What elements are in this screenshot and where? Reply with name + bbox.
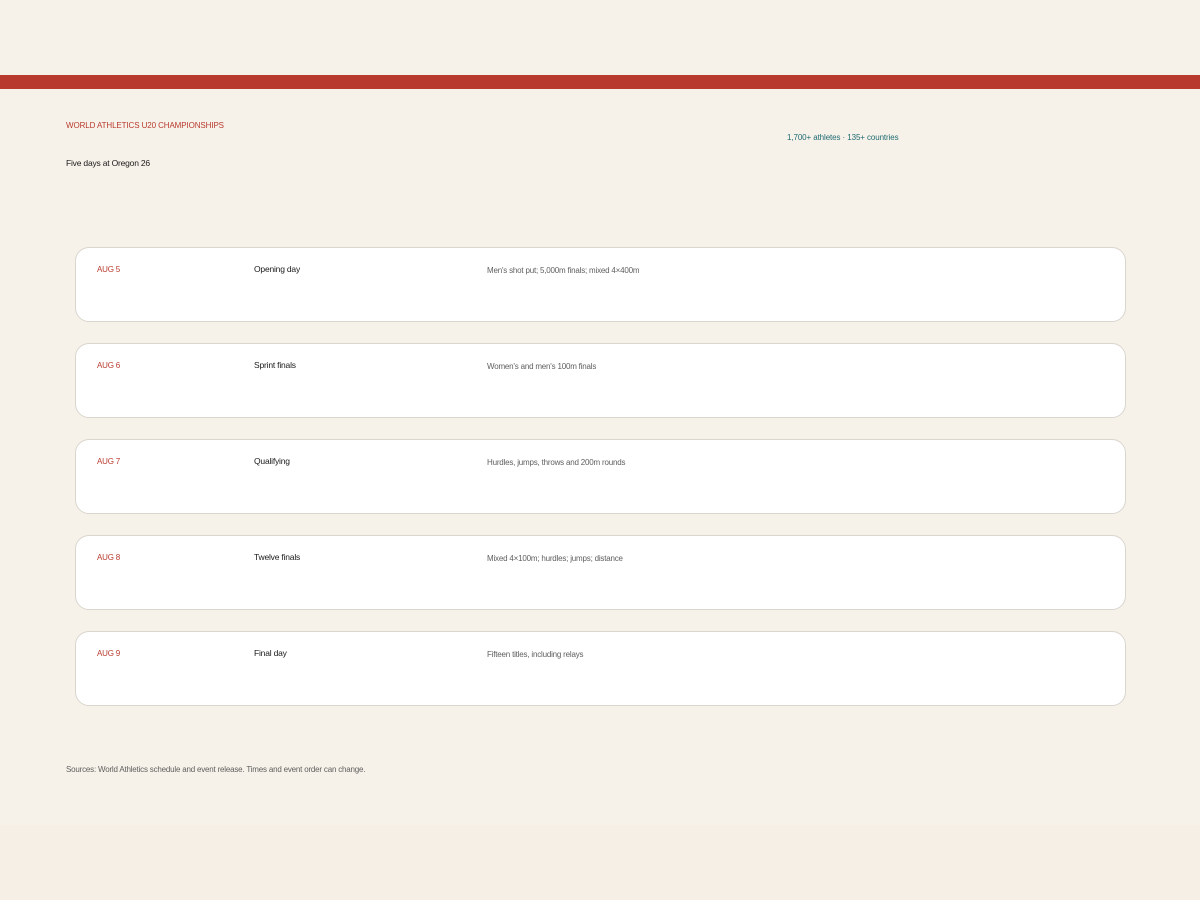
day-card: AUG 9 Final day Fifteen titles, includin…: [75, 631, 1126, 706]
day-date: AUG 6: [97, 361, 121, 370]
day-title: Final day: [254, 648, 287, 658]
day-card: AUG 8 Twelve finals Mixed 4×100m; hurdle…: [75, 535, 1126, 610]
day-card: AUG 7 Qualifying Hurdles, jumps, throws …: [75, 439, 1126, 514]
top-accent-band: [0, 75, 1200, 89]
page-title: Five days at Oregon 26: [66, 158, 150, 168]
day-date: AUG 8: [97, 553, 121, 562]
day-description: Mixed 4×100m; hurdles; jumps; distance: [487, 554, 623, 563]
day-date: AUG 9: [97, 649, 121, 658]
day-description: Women's and men's 100m finals: [487, 362, 597, 371]
day-card: AUG 5 Opening day Men's shot put; 5,000m…: [75, 247, 1126, 322]
eyebrow-label: WORLD ATHLETICS U20 CHAMPIONSHIPS: [66, 121, 224, 130]
day-description: Hurdles, jumps, throws and 200m rounds: [487, 458, 626, 467]
day-description: Men's shot put; 5,000m finals; mixed 4×4…: [487, 266, 640, 275]
page: WORLD ATHLETICS U20 CHAMPIONSHIPS Five d…: [0, 0, 1200, 825]
day-title: Sprint finals: [254, 360, 296, 370]
day-title: Opening day: [254, 264, 301, 274]
day-description: Fifteen titles, including relays: [487, 650, 584, 659]
day-title: Twelve finals: [254, 552, 301, 562]
day-title: Qualifying: [254, 456, 290, 466]
day-card: AUG 6 Sprint finals Women's and men's 10…: [75, 343, 1126, 418]
day-date: AUG 5: [97, 265, 121, 274]
schedule-list: AUG 5 Opening day Men's shot put; 5,000m…: [75, 247, 1126, 727]
stats-line: 1,700+ athletes · 135+ countries: [787, 133, 899, 142]
day-date: AUG 7: [97, 457, 121, 466]
sources-note: Sources: World Athletics schedule and ev…: [66, 765, 366, 774]
